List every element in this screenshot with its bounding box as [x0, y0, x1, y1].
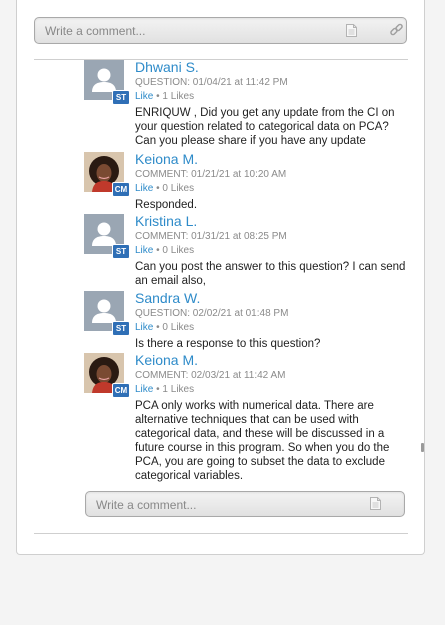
- post-text: Responded.: [135, 199, 198, 211]
- post-timestamp: 02/03/21 at 11:42 AM: [191, 370, 286, 381]
- likes-row: Like • 1 Likes: [135, 91, 195, 102]
- post-timestamp: 01/31/21 at 08:25 PM: [191, 231, 287, 242]
- post-type: QUESTION: [135, 77, 188, 88]
- avatar[interactable]: CM: [84, 353, 130, 398]
- post-text: Can you post the answer to this question…: [135, 261, 406, 287]
- post-meta: COMMENT: 01/31/21 at 08:25 PM: [135, 231, 287, 242]
- post-timestamp: 01/21/21 at 10:20 AM: [191, 169, 287, 180]
- post-type: QUESTION: [135, 308, 188, 319]
- comment-feed: ST Dhwani S. QUESTION: 01/04/21 at 11:42…: [84, 60, 409, 485]
- link-icon[interactable]: [389, 23, 404, 38]
- like-link[interactable]: Like: [135, 245, 153, 256]
- post-meta: QUESTION: 02/02/21 at 01:48 PM: [135, 308, 289, 319]
- likes-row: Like • 0 Likes: [135, 183, 195, 194]
- likes-count: 0 Likes: [162, 245, 195, 256]
- feed-panel: Write a comment... ST Dhwani S. QUESTION…: [16, 0, 425, 555]
- likes-count: 0 Likes: [162, 183, 195, 194]
- top-comment-placeholder: Write a comment...: [45, 24, 146, 38]
- role-badge: ST: [112, 90, 130, 105]
- avatar[interactable]: CM: [84, 152, 130, 197]
- post-type: COMMENT: [135, 370, 186, 381]
- post-timestamp: 02/02/21 at 01:48 PM: [192, 308, 289, 319]
- like-link[interactable]: Like: [135, 384, 153, 395]
- author-name[interactable]: Keiona M.: [135, 151, 198, 167]
- avatar[interactable]: ST: [84, 60, 130, 105]
- post-text: Is there a response to this question?: [135, 338, 321, 350]
- avatar[interactable]: ST: [84, 214, 130, 259]
- likes-row: Like • 0 Likes: [135, 322, 195, 333]
- author-name[interactable]: Kristina L.: [135, 213, 197, 229]
- like-link[interactable]: Like: [135, 91, 153, 102]
- author-name[interactable]: Dhwani S.: [135, 60, 199, 75]
- document-icon[interactable]: [370, 497, 381, 510]
- bottom-comment-placeholder: Write a comment...: [96, 498, 197, 512]
- like-link[interactable]: Like: [135, 322, 153, 333]
- post-timestamp: 01/04/21 at 11:42 PM: [192, 77, 288, 88]
- post-text: ENRIQUW , Did you get any update from th…: [135, 107, 395, 147]
- likes-row: Like • 1 Likes: [135, 384, 195, 395]
- likes-row: Like • 0 Likes: [135, 245, 195, 256]
- top-comment-input[interactable]: Write a comment...: [34, 17, 407, 44]
- like-link[interactable]: Like: [135, 183, 153, 194]
- author-name[interactable]: Keiona M.: [135, 352, 198, 368]
- document-icon[interactable]: [346, 24, 357, 37]
- post-meta: QUESTION: 01/04/21 at 11:42 PM: [135, 77, 288, 88]
- post-type: COMMENT: [135, 231, 186, 242]
- post-text: PCA only works with numerical data. Ther…: [135, 400, 390, 482]
- post-type: COMMENT: [135, 169, 186, 180]
- avatar[interactable]: ST: [84, 291, 130, 336]
- role-badge: CM: [112, 383, 130, 398]
- bottom-comment-input[interactable]: Write a comment...: [85, 491, 405, 517]
- bottom-divider: [34, 533, 408, 534]
- likes-count: 1 Likes: [162, 91, 195, 102]
- role-badge: ST: [112, 244, 130, 259]
- role-badge: ST: [112, 321, 130, 336]
- author-name[interactable]: Sandra W.: [135, 290, 200, 306]
- role-badge: CM: [112, 182, 130, 197]
- likes-count: 1 Likes: [162, 384, 195, 395]
- feed-scrollbar[interactable]: [421, 443, 424, 452]
- post-meta: COMMENT: 01/21/21 at 10:20 AM: [135, 169, 287, 180]
- post-meta: COMMENT: 02/03/21 at 11:42 AM: [135, 370, 286, 381]
- likes-count: 0 Likes: [162, 322, 195, 333]
